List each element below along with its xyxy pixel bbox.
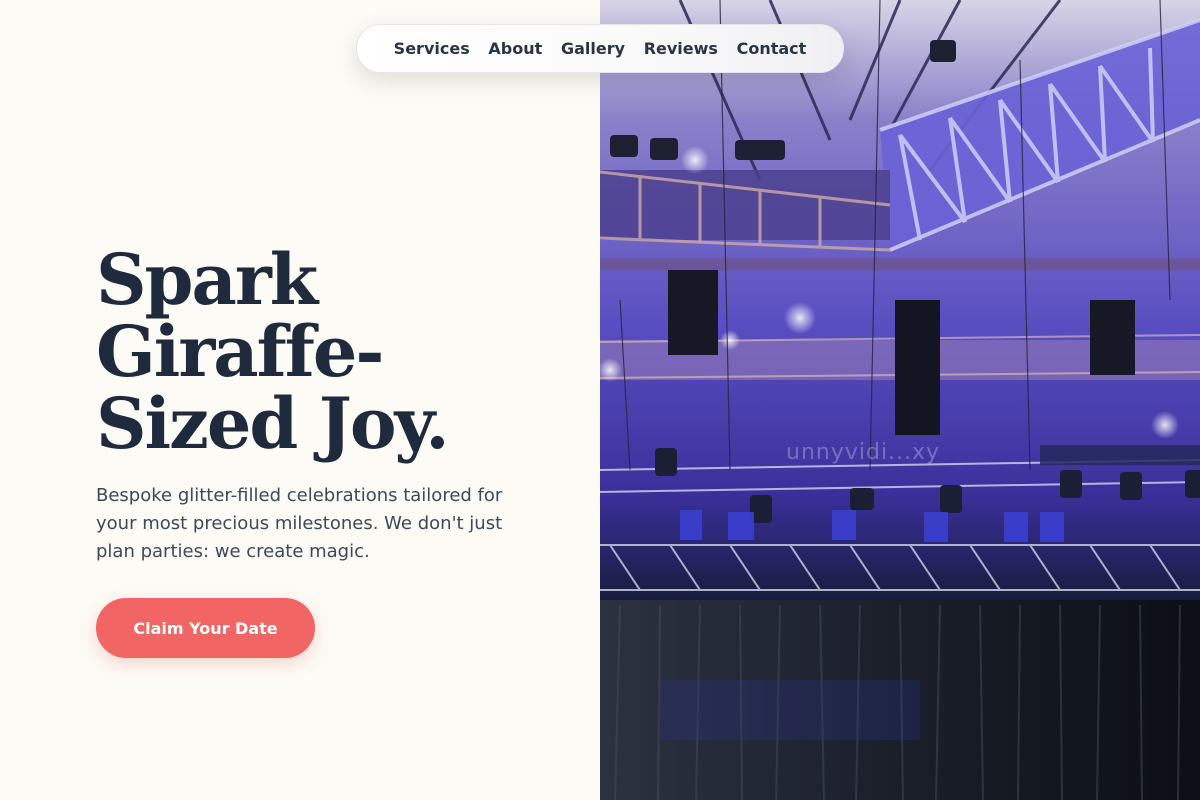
nav-gallery[interactable]: Gallery <box>561 39 625 58</box>
image-watermark: unnyvidi...xy <box>786 440 941 465</box>
hero-title-line-2: Giraffe- <box>96 310 384 393</box>
hero-title-line-3: Sized Joy. <box>96 382 450 465</box>
hero-title: Spark Giraffe- Sized Joy. <box>96 244 566 460</box>
main-nav: Services About Gallery Reviews Contact <box>356 24 844 73</box>
nav-services[interactable]: Services <box>394 39 470 58</box>
hero-description: Bespoke glitter-filled celebrations tail… <box>96 485 503 562</box>
nav-contact[interactable]: Contact <box>737 39 807 58</box>
nav-about[interactable]: About <box>488 39 542 58</box>
stage-illustration <box>600 0 1200 800</box>
stage-photo: unnyvidi...xy <box>600 0 1200 800</box>
hero-left-panel: Spark Giraffe- Sized Joy. Bespoke glitte… <box>0 0 600 800</box>
nav-reviews[interactable]: Reviews <box>644 39 718 58</box>
hero-title-line-1: Spark <box>96 238 318 321</box>
claim-date-button[interactable]: Claim Your Date <box>96 598 315 658</box>
